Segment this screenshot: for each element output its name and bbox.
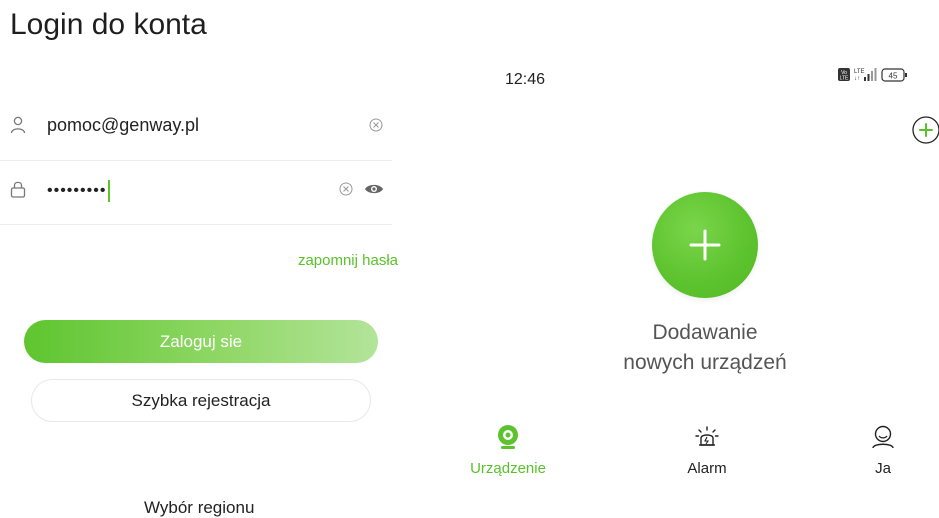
svg-text:45: 45 — [889, 72, 898, 81]
volte-icon: Vo LTE — [838, 68, 850, 82]
signal-icon: LTE ↓↑ — [854, 68, 877, 82]
tab-urzadzenie-label: Urządzenie — [470, 460, 546, 477]
region-select-link[interactable]: Wybór regionu — [144, 498, 254, 518]
add-device-button[interactable] — [652, 192, 758, 298]
page-title: Login do konta — [10, 8, 207, 41]
email-field[interactable]: pomoc@genway.pl — [0, 96, 392, 161]
status-time: 12:46 — [505, 71, 546, 88]
tab-alarm[interactable]: Alarm — [652, 424, 762, 477]
email-input[interactable]: pomoc@genway.pl — [47, 115, 199, 136]
profile-icon — [872, 425, 894, 449]
svg-text:LTE: LTE — [854, 69, 865, 75]
user-icon — [10, 116, 26, 134]
tab-ja-label: Ja — [875, 460, 891, 477]
quick-register-button[interactable]: Szybka rejestracja — [31, 379, 371, 422]
alarm-siren-icon — [695, 426, 719, 446]
password-input[interactable]: ••••••••• — [47, 180, 111, 202]
clear-password-icon[interactable] — [339, 182, 353, 196]
lock-icon — [10, 181, 26, 198]
tab-urzadzenie[interactable]: Urządzenie — [453, 424, 563, 477]
status-icons: Vo LTE LTE ↓↑ 45 — [838, 68, 907, 82]
clear-email-icon[interactable] — [369, 118, 383, 132]
battery-icon: 45 — [881, 68, 907, 82]
text-cursor — [108, 180, 111, 202]
svg-text:LTE: LTE — [840, 76, 849, 82]
tab-ja[interactable]: Ja — [828, 424, 938, 477]
camera-icon — [498, 425, 518, 449]
add-device-corner-icon[interactable] — [910, 115, 939, 145]
svg-text:↓↑: ↓↑ — [854, 76, 860, 82]
tab-alarm-label: Alarm — [687, 460, 727, 477]
password-field[interactable]: ••••••••• — [0, 160, 392, 225]
forgot-password-link[interactable]: zapomnij hasła — [298, 252, 398, 269]
plus-icon — [689, 229, 721, 261]
password-masked-value: ••••••••• — [47, 182, 107, 200]
empty-state-line2: nowych urządzeń — [623, 351, 787, 374]
empty-state-line1: Dodawanie — [652, 321, 758, 344]
login-button[interactable]: Zaloguj sie — [24, 320, 378, 363]
eye-icon[interactable] — [364, 182, 384, 196]
empty-state-message: Dodawanie nowych urządzeń — [560, 318, 850, 378]
